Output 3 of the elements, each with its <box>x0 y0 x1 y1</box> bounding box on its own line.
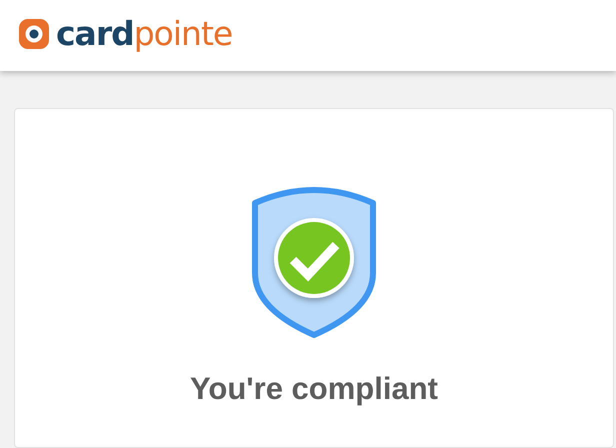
status-title: You're compliant <box>190 371 438 407</box>
logo-text: cardpointe <box>56 16 232 52</box>
logo-icon <box>19 19 49 49</box>
